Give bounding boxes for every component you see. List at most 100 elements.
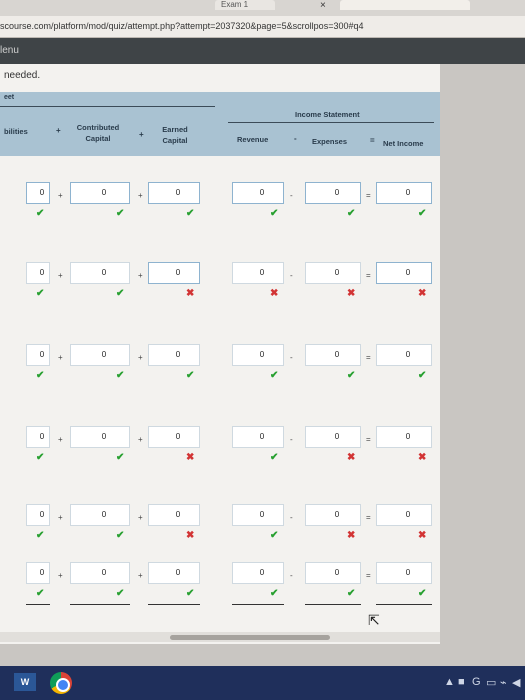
cross-icon: ✖ [418,288,427,299]
menu-label[interactable]: lenu [0,45,19,56]
tray-volume-icon[interactable]: ◀ [512,676,520,689]
check-icon: ✔ [36,588,45,599]
check-icon: ✔ [116,288,125,299]
liabilities-input[interactable]: 0 [26,562,50,584]
chrome-app-icon[interactable] [50,672,72,694]
equation-row: 0 ✔ 0 ✔ 0 ✖ 0 ✔ 0 ✖ 0 ✖ + + - = [0,504,440,554]
instruction-text: needed. [4,70,41,81]
check-icon: ✔ [116,530,125,541]
net-income-input[interactable]: 0 [376,562,432,584]
net-income-input[interactable]: 0 [376,344,432,366]
check-icon: ✔ [270,370,279,381]
expenses-input[interactable]: 0 [305,262,361,284]
table-header: eet Income Statement bilities + Contribu… [0,92,440,156]
col-expenses: Expenses [312,137,348,146]
equation-row: 0 ✔ 0 ✔ 0 ✖ 0 ✖ 0 ✖ 0 ✖ + + - = [0,262,440,312]
equation-row: 0 ✔ 0 ✔ 0 ✖ 0 ✔ 0 ✖ 0 ✖ + + - = [0,426,440,476]
operator-sign: + [138,191,143,200]
contributed-capital-input[interactable]: 0 [70,182,130,204]
url-text[interactable]: scourse.com/platform/mod/quiz/attempt.ph… [0,21,363,31]
liabilities-input[interactable]: 0 [26,182,50,204]
horizontal-scrollbar[interactable] [0,632,440,642]
check-icon: ✔ [347,588,356,599]
tab-close-icon[interactable]: × [320,0,326,11]
tray-screen-icon[interactable]: ▭ [486,676,496,689]
check-icon: ✔ [36,208,45,219]
check-icon: ✔ [418,208,427,219]
contributed-capital-input[interactable]: 0 [70,504,130,526]
operator-sign: - [290,271,293,280]
check-icon: ✔ [116,370,125,381]
tray-app-icon[interactable]: ■ [458,676,465,688]
cross-icon: ✖ [347,288,356,299]
check-icon: ✔ [418,370,427,381]
net-income-input[interactable]: 0 [376,262,432,284]
header-equals: = [370,136,375,145]
check-icon: ✔ [347,208,356,219]
cross-icon: ✖ [270,288,279,299]
col-net-income: Net Income [383,139,424,148]
check-icon: ✔ [116,452,125,463]
revenue-input[interactable]: 0 [232,562,284,584]
liabilities-input[interactable]: 0 [26,262,50,284]
revenue-input[interactable]: 0 [232,344,284,366]
header-divider [0,106,215,107]
check-icon: ✔ [116,588,125,599]
expenses-input[interactable]: 0 [305,504,361,526]
tray-g-icon[interactable]: G [472,676,481,688]
operator-sign: = [366,513,371,522]
total-underline [376,604,432,605]
tray-up-icon[interactable]: ▲ [444,676,455,688]
net-income-input[interactable]: 0 [376,504,432,526]
earned-capital-input[interactable]: 0 [148,182,200,204]
liabilities-input[interactable]: 0 [26,426,50,448]
word-app-icon[interactable]: W [14,673,36,691]
liabilities-input[interactable]: 0 [26,504,50,526]
check-icon: ✔ [36,288,45,299]
expenses-input[interactable]: 0 [305,426,361,448]
total-underline [148,604,200,605]
col-contributed-line2: Capital [85,134,111,143]
operator-sign: + [138,271,143,280]
operator-sign: = [366,271,371,280]
expenses-input[interactable]: 0 [305,182,361,204]
cross-icon: ✖ [347,530,356,541]
revenue-input[interactable]: 0 [232,182,284,204]
expenses-input[interactable]: 0 [305,344,361,366]
address-bar[interactable]: scourse.com/platform/mod/quiz/attempt.ph… [0,16,525,38]
net-income-input[interactable]: 0 [376,182,432,204]
earned-capital-input[interactable]: 0 [148,504,200,526]
net-income-input[interactable]: 0 [376,426,432,448]
tab-exam[interactable]: Exam 1 [215,0,275,10]
quiz-page: needed. eet Income Statement bilities + … [0,64,440,644]
check-icon: ✔ [270,208,279,219]
contributed-capital-input[interactable]: 0 [70,562,130,584]
equation-row: 0 ✔ 0 ✔ 0 ✔ 0 ✔ 0 ✔ 0 ✔ + + - = [0,562,440,612]
tray-network-icon[interactable]: ⌁ [500,676,507,689]
liabilities-input[interactable]: 0 [26,344,50,366]
menu-bar: lenu [0,38,525,64]
earned-capital-input[interactable]: 0 [148,426,200,448]
cross-icon: ✖ [418,452,427,463]
operator-sign: + [58,191,63,200]
scrollbar-thumb[interactable] [170,635,330,640]
check-icon: ✔ [36,370,45,381]
cross-icon: ✖ [347,452,356,463]
tab-active[interactable] [340,0,470,10]
contributed-capital-input[interactable]: 0 [70,344,130,366]
revenue-input[interactable]: 0 [232,426,284,448]
contributed-capital-input[interactable]: 0 [70,426,130,448]
mouse-cursor-icon: ⇱ [368,612,380,628]
operator-sign: + [58,513,63,522]
earned-capital-input[interactable]: 0 [148,562,200,584]
revenue-input[interactable]: 0 [232,262,284,284]
expenses-input[interactable]: 0 [305,562,361,584]
operator-sign: + [138,571,143,580]
income-statement-title: Income Statement [295,110,360,119]
col-earned-line1: Earned [162,125,188,134]
earned-capital-input[interactable]: 0 [148,262,200,284]
contributed-capital-input[interactable]: 0 [70,262,130,284]
revenue-input[interactable]: 0 [232,504,284,526]
earned-capital-input[interactable]: 0 [148,344,200,366]
col-earned-capital: Earned Capital [150,124,200,146]
